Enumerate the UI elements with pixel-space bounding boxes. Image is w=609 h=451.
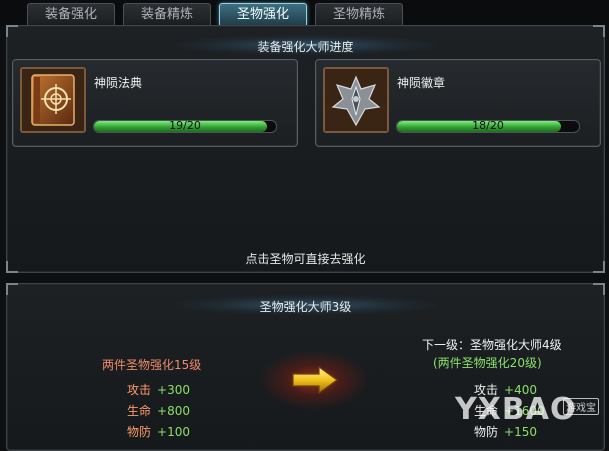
tab-relic-refine[interactable]: 圣物精炼 <box>315 3 403 25</box>
watermark-logo: YXBAO 游戏宝 <box>455 392 605 436</box>
current-stat-hp: 生命 +800 <box>127 402 190 419</box>
watermark-text: YXBAO <box>455 392 577 427</box>
relic-card-emblem[interactable]: 神陨徽章 18/20 <box>315 59 601 147</box>
panel-corner <box>6 283 18 295</box>
progress-text: 19/20 <box>169 120 201 132</box>
emblem-icon[interactable] <box>323 67 389 133</box>
enhance-hint: 点击圣物可直接去强化 <box>245 252 366 266</box>
relic-name: 神陨法典 <box>94 76 143 90</box>
tab-bar: 装备强化 装备精炼 圣物强化 圣物精炼 <box>0 0 609 26</box>
watermark-badge: 游戏宝 <box>563 398 599 415</box>
stat-name: 攻击 <box>127 383 152 397</box>
next-level-condition: (两件圣物强化20级) <box>433 356 542 370</box>
tab-relic-enhance[interactable]: 圣物强化 <box>219 3 307 25</box>
current-condition: 两件圣物强化15级 <box>102 358 202 372</box>
stat-value: +800 <box>157 404 190 418</box>
master-progress-panel: 装备强化大师进度 神陨法典 19/20 神陨徽章 18/20 点击圣物可直接去强… <box>6 25 605 273</box>
relic-card-tome[interactable]: 神陨法典 19/20 <box>12 59 298 147</box>
current-stat-attack: 攻击 +300 <box>127 381 190 398</box>
arrow-right-icon <box>259 350 369 410</box>
progress-text: 18/20 <box>472 120 504 132</box>
progress-bar: 19/20 <box>93 120 277 133</box>
tab-equip-enhance[interactable]: 装备强化 <box>27 3 115 25</box>
panel-corner <box>593 283 605 295</box>
panel-corner <box>593 25 605 37</box>
progress-section-title: 装备强化大师进度 <box>257 40 354 54</box>
tab-equip-refine[interactable]: 装备精炼 <box>123 3 211 25</box>
stat-value: +100 <box>157 425 190 439</box>
tome-icon[interactable] <box>20 67 86 133</box>
master-level-title: 圣物强化大师3级 <box>259 300 352 314</box>
progress-bar: 18/20 <box>396 120 580 133</box>
next-level-title: 下一级：圣物强化大师4级 <box>422 338 562 352</box>
panel-corner <box>6 25 18 37</box>
stat-name: 物防 <box>127 425 152 439</box>
current-stat-pdef: 物防 +100 <box>127 423 190 440</box>
relic-name: 神陨徽章 <box>397 76 446 90</box>
stat-name: 生命 <box>127 404 152 418</box>
stat-value: +300 <box>157 383 190 397</box>
